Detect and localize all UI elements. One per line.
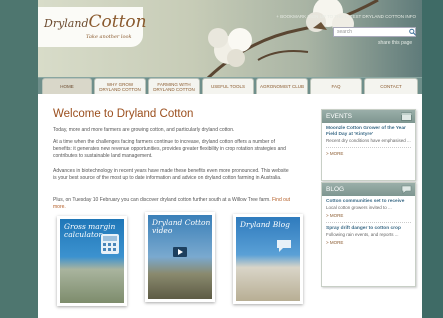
events-more-link[interactable]: > MORE [326,151,411,157]
top-links[interactable]: + BOOKMARK SIGN UP TO THE LATEST DRYLAND… [276,14,416,19]
blog-more-link[interactable]: > MORE [326,213,411,219]
blog-header: BLOG [322,183,415,196]
site-header: DrylandCotton Take another look + BOOKMA… [38,0,422,78]
tab-farming[interactable]: FARMING WITH DRYLAND COTTON [148,78,200,95]
promo-video[interactable]: Dryland Cotton video [145,212,215,302]
search-input[interactable]: search [333,27,416,37]
speech-bubble-icon [401,185,412,194]
main-content: Welcome to Dryland Cotton Today, more an… [38,94,422,318]
page-title: Welcome to Dryland Cotton [53,108,194,120]
event-item-title[interactable]: Moonzle Cotton Grower of the Year Field … [326,126,411,138]
tab-agronomist-club[interactable]: AGRONOMIST CLUB [256,78,308,95]
logo-brand-text: Cotton [88,12,147,32]
tab-faq[interactable]: FAQ [310,78,362,95]
events-heading: EVENTS [326,113,353,120]
intro-paragraph: Today, more and more farmers are growing… [53,127,235,133]
blog-more-link[interactable]: > MORE [326,240,411,246]
main-navigation: HOME WHY GROW DRYLAND COTTON FARMING WIT… [38,77,422,95]
calculator-icon [101,234,119,254]
calendar-icon [401,112,412,121]
tab-why-grow[interactable]: WHY GROW DRYLAND COTTON [94,78,146,95]
blog-box: BLOG Cotton communities set to receive L… [321,182,416,287]
events-header: EVENTS [322,110,415,123]
share-label[interactable]: share this page [378,40,412,46]
benefits-paragraph: At a time when the challenges facing far… [53,139,286,160]
tab-home[interactable]: HOME [42,78,92,95]
right-background [422,0,443,318]
blog-heading: BLOG [326,186,345,193]
promo-title: Dryland Blog [240,220,290,229]
speech-bubble-icon [277,240,291,252]
event-paragraph: Plus, on Tuesday 10 February you can dis… [53,197,293,211]
site-logo[interactable]: DrylandCotton Take another look [38,7,147,47]
event-text: Plus, on Tuesday 10 February you can dis… [53,197,271,203]
logo-main-text: Dryland [44,17,89,30]
cotton-plant-image [206,0,379,78]
logo-tagline: Take another look [86,34,132,40]
search-icon[interactable] [409,28,416,36]
tab-useful-tools[interactable]: USEFUL TOOLS [202,78,254,95]
promo-title: Dryland Cotton video [152,218,211,235]
events-box: EVENTS Moonzle Cotton Grower of the Year… [321,109,416,181]
play-icon [173,247,187,257]
biotech-paragraph: Advances in biotechnology in recent year… [53,168,289,182]
left-background [0,0,38,318]
blog-item-text: Following rain events, and reports ... [326,232,399,237]
blog-item-text: Local cotton growers invited to ... [326,205,392,210]
event-item-text: Recent dry conditions have emphasised ..… [326,138,411,143]
tab-contact[interactable]: CONTACT [364,78,418,95]
promo-gross-margin[interactable]: Gross margin calculator [57,216,127,306]
promo-blog[interactable]: Dryland Blog [233,214,303,304]
